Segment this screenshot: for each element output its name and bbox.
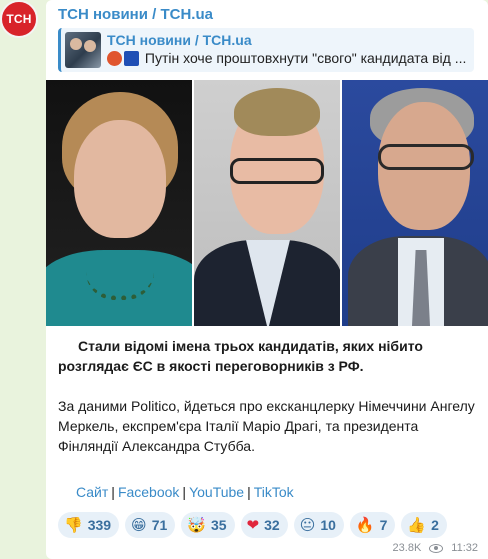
view-count: 23.8K xyxy=(392,542,422,554)
reaction-count: 339 xyxy=(87,517,112,533)
reactions-bar: 👎 339 😁 71 🤯 35 ❤ 32 😐 10 🔥 7 👍 2 xyxy=(58,512,447,538)
reaction-mind-blown[interactable]: 🤯 35 xyxy=(181,512,235,538)
reply-text: Путін хоче проштовхнути "свого" кандидат… xyxy=(144,50,467,66)
reaction-heart[interactable]: ❤ 32 xyxy=(240,512,288,538)
thumbs-up-icon: 👍 xyxy=(407,516,427,534)
channel-avatar[interactable]: ТСН xyxy=(0,0,38,38)
reaction-thumbs-down[interactable]: 👎 339 xyxy=(58,512,120,538)
link-tiktok[interactable]: TikTok xyxy=(254,484,294,500)
link-site[interactable]: Сайт xyxy=(76,484,108,500)
post-body: За даними Politico, йдеться про ексканцл… xyxy=(58,398,475,454)
message-bubble: ТСН новини / TCH.ua ТСН новини / TCH.ua … xyxy=(46,0,488,559)
photo-collage[interactable] xyxy=(46,80,488,326)
reply-title: ТСН новини / TCH.ua xyxy=(107,32,252,48)
reaction-thumbs-up[interactable]: 👍 2 xyxy=(401,512,447,538)
reaction-count: 2 xyxy=(431,517,439,533)
reaction-count: 7 xyxy=(379,517,388,533)
reply-text-line: Путін хоче проштовхнути "свого" кандидат… xyxy=(107,50,473,66)
neutral-face-icon: 😐 xyxy=(299,516,316,534)
message-time: 11:32 xyxy=(451,542,478,554)
reaction-count: 10 xyxy=(320,517,336,533)
reaction-count: 32 xyxy=(264,517,280,533)
reaction-count: 71 xyxy=(151,517,168,533)
eu-flag-icon xyxy=(124,51,139,66)
link-facebook[interactable]: Facebook xyxy=(118,484,179,500)
post-text: Стали відомі імена трьох кандидатів, яки… xyxy=(58,336,478,456)
reaction-grin[interactable]: 😁 71 xyxy=(125,512,176,538)
message-meta: 23.8K 11:32 xyxy=(393,542,478,554)
photo-stubb[interactable] xyxy=(194,80,340,326)
reaction-neutral[interactable]: 😐 10 xyxy=(293,512,344,538)
social-links: Сайт | Facebook | YouTube | TikTok xyxy=(76,484,294,500)
fire-icon: 🔥 xyxy=(355,516,375,534)
angry-face-icon xyxy=(107,51,122,66)
link-youtube[interactable]: YouTube xyxy=(189,484,244,500)
photo-draghi[interactable] xyxy=(342,80,488,326)
reaction-count: 35 xyxy=(210,517,227,533)
grin-face-icon: 😁 xyxy=(131,516,147,534)
heart-icon: ❤ xyxy=(246,516,260,534)
channel-name[interactable]: ТСН новини / TCH.ua xyxy=(58,6,213,23)
thumbs-down-icon: 👎 xyxy=(64,516,83,534)
reply-preview[interactable]: ТСН новини / TCH.ua Путін хоче проштовхн… xyxy=(58,28,474,72)
reply-thumbnail xyxy=(65,32,101,68)
photo-merkel[interactable] xyxy=(46,80,192,326)
reaction-fire[interactable]: 🔥 7 xyxy=(349,512,396,538)
mind-blown-icon: 🤯 xyxy=(187,516,206,534)
eye-icon xyxy=(429,543,444,553)
post-lead: Стали відомі імена трьох кандидатів, яки… xyxy=(58,338,423,374)
